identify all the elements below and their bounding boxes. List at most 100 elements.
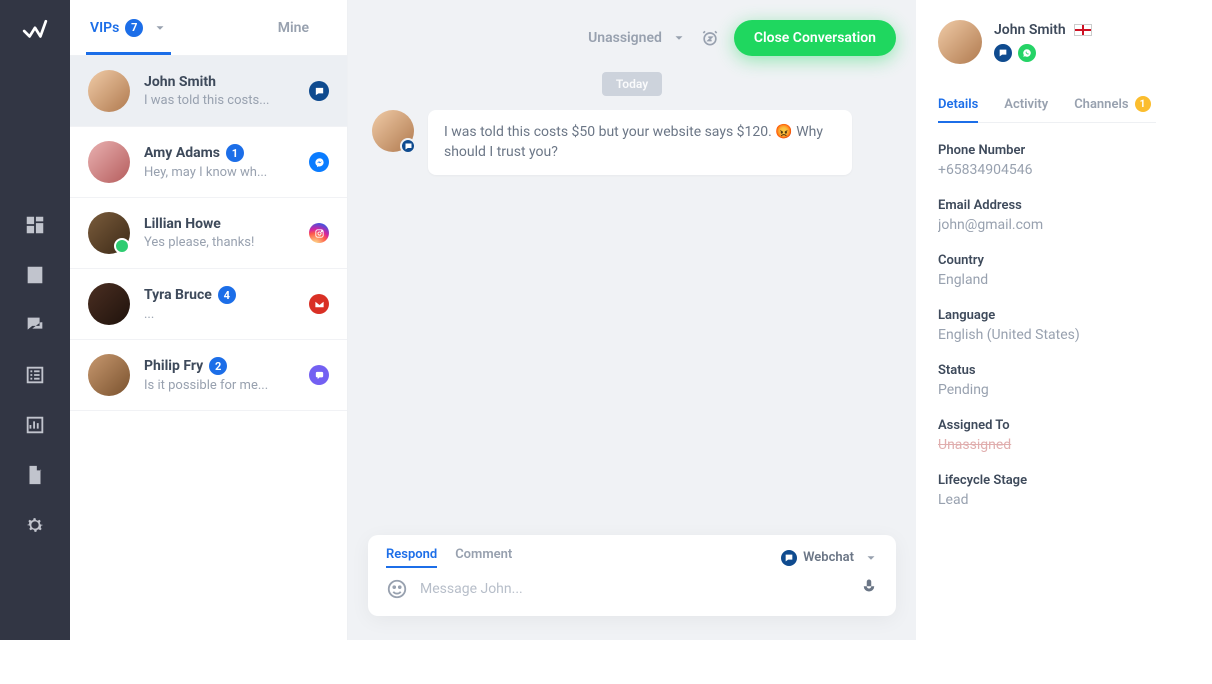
conversation-name: Lillian Howe xyxy=(144,216,295,232)
conversation-name: Philip Fry 2 xyxy=(144,357,295,375)
instagram-source-icon xyxy=(309,223,329,243)
day-marker: Today xyxy=(602,72,662,96)
files-icon[interactable] xyxy=(24,464,46,486)
snooze-icon[interactable] xyxy=(700,28,720,48)
brand-logo[interactable] xyxy=(22,18,48,48)
tab-details[interactable]: Details xyxy=(938,86,978,122)
conversation-preview: Hey, may I know wh... xyxy=(144,165,295,180)
avatar xyxy=(88,141,130,183)
message-composer: Respond Comment Webchat xyxy=(368,535,896,616)
assignee-label: Unassigned xyxy=(588,30,662,46)
message-inbound: I was told this costs $50 but your websi… xyxy=(372,110,852,175)
conversation-item[interactable]: Amy Adams 1 Hey, may I know wh... xyxy=(70,127,347,198)
webchat-icon xyxy=(994,44,1012,62)
england-flag-icon xyxy=(1074,24,1092,36)
chevron-down-icon xyxy=(864,551,878,565)
field-label: Phone Number xyxy=(938,143,1156,158)
avatar xyxy=(88,70,130,112)
field-assigned: Assigned To Unassigned xyxy=(938,418,1156,453)
field-value: English (United States) xyxy=(938,327,1156,343)
field-value: john@gmail.com xyxy=(938,217,1156,233)
settings-icon[interactable] xyxy=(24,514,46,536)
composer-tab-comment[interactable]: Comment xyxy=(455,547,512,568)
chevron-down-icon xyxy=(672,31,686,45)
conversation-preview: ... xyxy=(144,307,295,322)
viber-source-icon xyxy=(309,365,329,385)
conversation-preview: Yes please, thanks! xyxy=(144,235,295,250)
unread-badge: 1 xyxy=(226,144,244,162)
list-tabs: VIPs 7 Mine xyxy=(70,0,347,56)
field-value: Unassigned xyxy=(938,437,1156,453)
dashboard-icon[interactable] xyxy=(24,214,46,236)
webchat-source-icon xyxy=(309,81,329,101)
conversation-item[interactable]: Philip Fry 2 Is it possible for me... xyxy=(70,340,347,411)
nav-rail xyxy=(0,0,70,640)
conversations-icon[interactable] xyxy=(24,314,46,336)
conversation-name: Amy Adams 1 xyxy=(144,144,295,162)
conversation-thread-panel: Unassigned Close Conversation Today I wa… xyxy=(348,0,916,640)
channel-label: Webchat xyxy=(803,550,854,565)
field-value: Pending xyxy=(938,382,1156,398)
field-label: Assigned To xyxy=(938,418,1156,433)
tab-activity[interactable]: Activity xyxy=(1004,86,1048,122)
field-value: Lead xyxy=(938,492,1156,508)
whatsapp-icon xyxy=(1018,44,1036,62)
chevron-down-icon[interactable] xyxy=(153,21,167,35)
field-email: Email Address john@gmail.com xyxy=(938,198,1156,233)
messenger-source-icon xyxy=(309,152,329,172)
composer-tab-respond[interactable]: Respond xyxy=(386,547,437,568)
conversation-name: John Smith xyxy=(144,74,295,90)
forms-icon[interactable] xyxy=(24,364,46,386)
tab-channels[interactable]: Channels 1 xyxy=(1074,86,1150,122)
details-tabs: Details Activity Channels 1 xyxy=(938,86,1156,123)
contact-channel-icons xyxy=(994,44,1092,62)
field-country: Country England xyxy=(938,253,1156,288)
field-language: Language English (United States) xyxy=(938,308,1156,343)
avatar xyxy=(88,283,130,325)
contacts-icon[interactable] xyxy=(24,264,46,286)
field-lifecycle: Lifecycle Stage Lead xyxy=(938,473,1156,508)
conversation-item[interactable]: John Smith I was told this costs... xyxy=(70,56,347,127)
contact-header: John Smith xyxy=(938,20,1156,64)
contact-fields: Phone Number +65834904546 Email Address … xyxy=(938,123,1156,548)
message-input[interactable] xyxy=(420,581,848,597)
field-label: Lifecycle Stage xyxy=(938,473,1156,488)
emoji-icon[interactable] xyxy=(386,578,408,600)
field-status: Status Pending xyxy=(938,363,1156,398)
channel-selector[interactable]: Webchat xyxy=(781,550,878,566)
avatar xyxy=(88,354,130,396)
field-value: England xyxy=(938,272,1156,288)
message-bubble: I was told this costs $50 but your websi… xyxy=(428,110,852,175)
close-conversation-button[interactable]: Close Conversation xyxy=(734,20,896,56)
field-label: Country xyxy=(938,253,1156,268)
conversation-preview: I was told this costs... xyxy=(144,93,295,108)
field-label: Email Address xyxy=(938,198,1156,213)
unread-badge: 4 xyxy=(218,286,236,304)
tab-vips[interactable]: VIPs 7 xyxy=(88,1,169,55)
contact-name: John Smith xyxy=(994,22,1092,38)
conversation-item[interactable]: Lillian Howe Yes please, thanks! xyxy=(70,198,347,269)
conversation-name: Tyra Bruce 4 xyxy=(144,286,295,304)
app-root: VIPs 7 Mine John Smith I was told this c… xyxy=(0,0,1178,640)
avatar xyxy=(88,212,130,254)
thread-header: Unassigned Close Conversation xyxy=(348,0,916,66)
gmail-source-icon xyxy=(309,294,329,314)
conversation-preview: Is it possible for me... xyxy=(144,378,295,393)
field-phone: Phone Number +65834904546 xyxy=(938,143,1156,178)
microphone-icon[interactable] xyxy=(860,578,878,600)
tab-mine[interactable]: Mine xyxy=(276,2,311,54)
unread-badge: 2 xyxy=(209,357,227,375)
conversation-item[interactable]: Tyra Bruce 4 ... xyxy=(70,269,347,340)
field-value: +65834904546 xyxy=(938,162,1156,178)
webchat-badge-icon xyxy=(400,138,416,154)
assignee-selector[interactable]: Unassigned xyxy=(588,30,686,46)
tab-mine-label: Mine xyxy=(278,20,309,36)
message-list: I was told this costs $50 but your websi… xyxy=(348,110,916,521)
avatar xyxy=(938,20,982,64)
contact-details-panel: John Smith Details Activity Channels 1 xyxy=(916,0,1178,640)
conversation-list: John Smith I was told this costs... Amy … xyxy=(70,56,347,640)
reports-icon[interactable] xyxy=(24,414,46,436)
tab-vips-label: VIPs xyxy=(90,20,119,36)
avatar xyxy=(372,110,414,152)
field-label: Status xyxy=(938,363,1156,378)
